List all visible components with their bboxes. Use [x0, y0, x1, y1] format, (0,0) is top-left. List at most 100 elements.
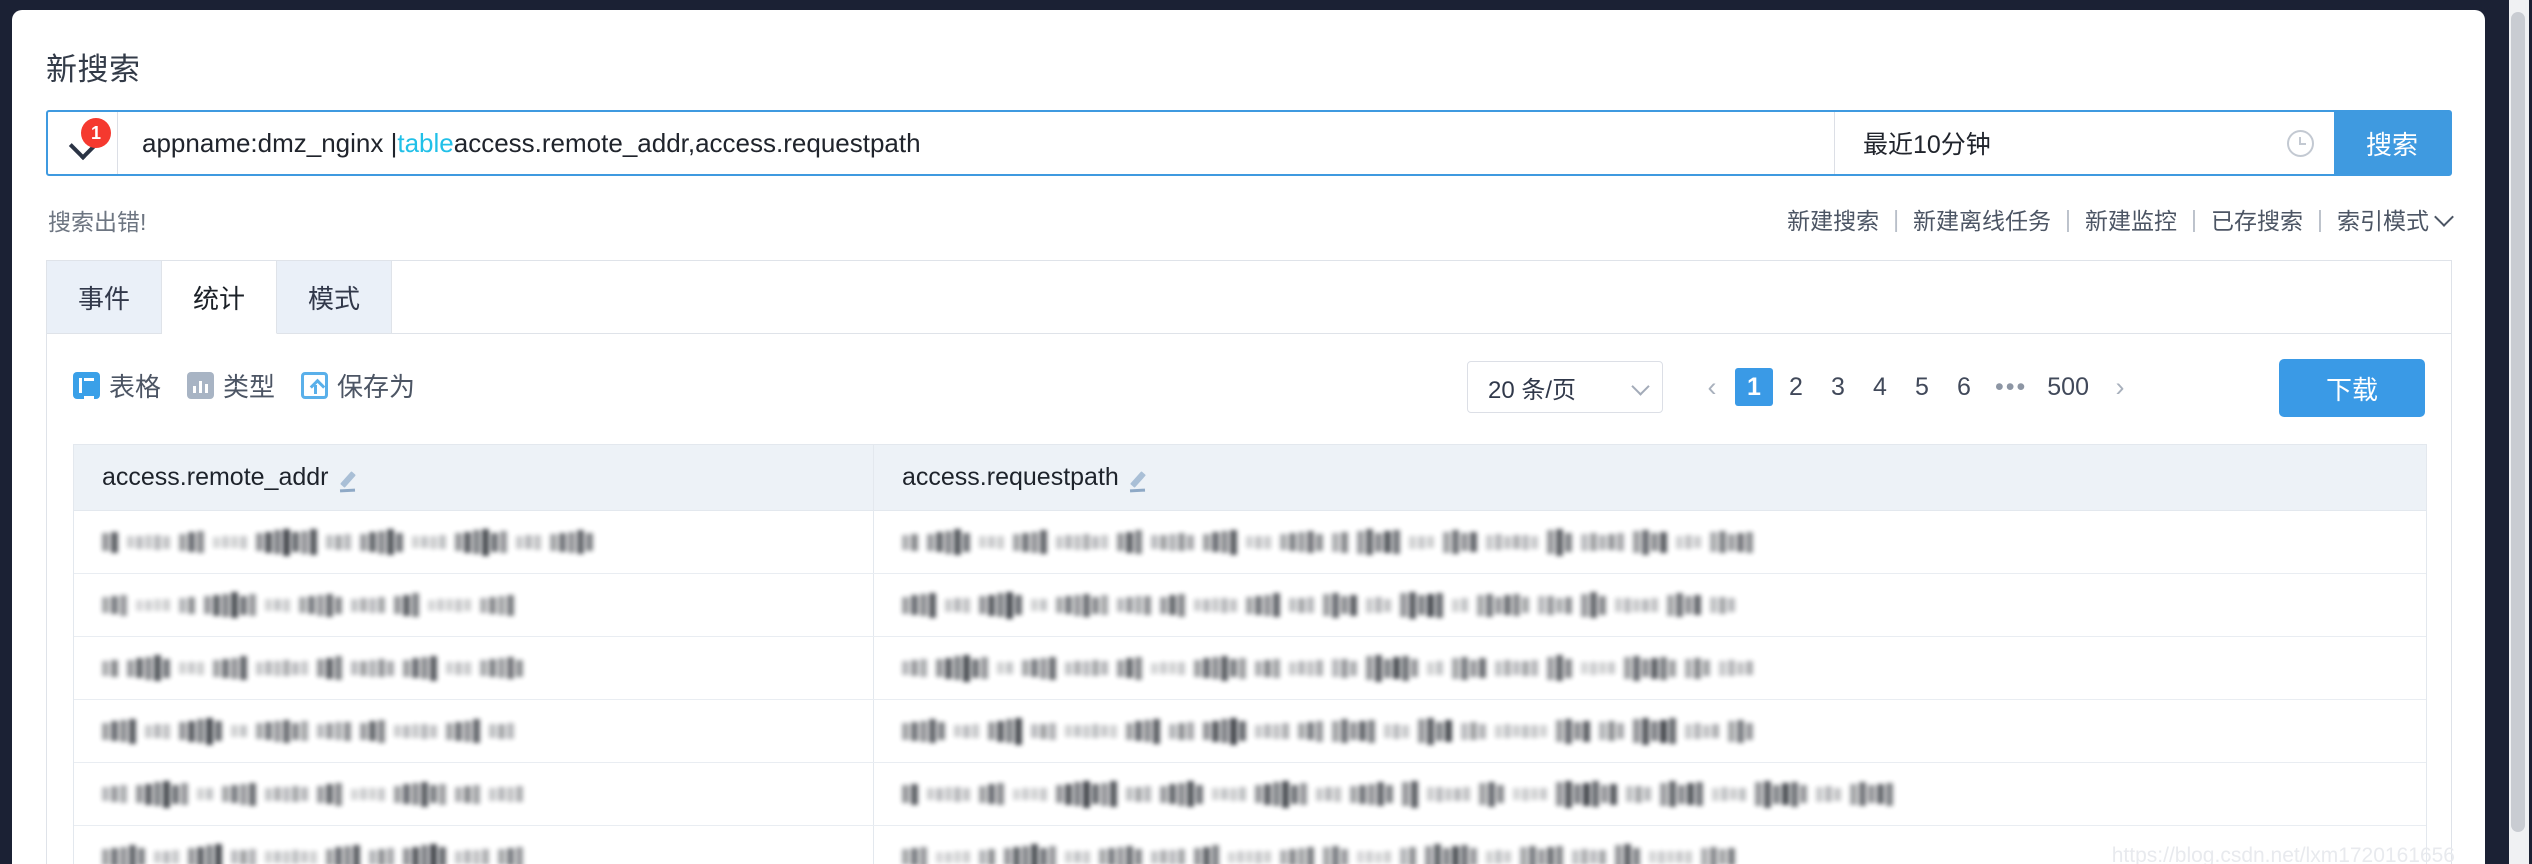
chevron-down-icon: [2436, 209, 2452, 225]
toolbar-save-as-label: 保存为: [337, 372, 416, 402]
tabs-filler: [392, 261, 2451, 333]
redacted-value: [902, 528, 1760, 556]
table-cell-remote-addr: [74, 511, 874, 573]
clock-icon: [2287, 129, 2314, 157]
table-row[interactable]: [74, 700, 2426, 763]
table-cell-requestpath: [874, 700, 2426, 762]
pagination-prev-button[interactable]: ‹: [1693, 368, 1731, 406]
page-number-list: ‹ 1 2 3 4 5 6 ••• 500 ›: [1693, 368, 2139, 406]
search-button[interactable]: 搜索: [2334, 112, 2450, 174]
query-expand-toggle[interactable]: 1: [48, 112, 118, 174]
pagination-ellipsis[interactable]: •••: [1987, 368, 2035, 406]
query-error-badge: 1: [81, 118, 111, 148]
table-header-cell-requestpath[interactable]: access.requestpath: [874, 445, 2426, 510]
toolbar-chart-type-button[interactable]: 类型: [187, 367, 275, 404]
link-index-mode[interactable]: 索引模式: [2337, 202, 2452, 236]
pencil-icon[interactable]: [1129, 470, 1151, 492]
search-query-input[interactable]: appname:dmz_nginx | table access.remote_…: [118, 112, 1834, 174]
link-separator: |: [1893, 205, 1900, 232]
redacted-value: [902, 591, 1742, 619]
redacted-value: [902, 780, 1900, 808]
search-page-card: 新搜索 1 appname:dmz_nginx | table access.r…: [12, 10, 2485, 864]
redacted-value: [102, 592, 521, 618]
table-cell-remote-addr: [74, 637, 874, 699]
link-index-mode-label: 索引模式: [2337, 208, 2429, 234]
page-size-select[interactable]: 20 条/页: [1467, 361, 1663, 413]
table-header-row: access.remote_addr access.requestpath: [74, 445, 2426, 511]
table-cell-requestpath: [874, 763, 2426, 825]
tab-statistics[interactable]: 统计: [162, 261, 277, 334]
status-and-links-row: 搜索出错! 新建搜索 | 新建离线任务 | 新建监控 | 已存搜索 | 索引模式: [46, 200, 2452, 240]
results-toolbar: 表格 类型 保存为 20 条/页 ‹ 1 2 3 4 5 6 ••• 500 ›…: [47, 334, 2451, 444]
page-size-value: 20 条/页: [1488, 376, 1577, 404]
table-row[interactable]: [74, 763, 2426, 826]
pencil-icon[interactable]: [339, 470, 361, 492]
results-panel: 事件 统计 模式 表格 类型 保存为 20 条/页 ‹ 1 2 3 4 5 6 …: [46, 260, 2452, 864]
table-header-cell-remote-addr[interactable]: access.remote_addr: [74, 445, 874, 510]
toolbar-save-as-button[interactable]: 保存为: [301, 367, 415, 404]
toolbar-table-button[interactable]: 表格: [73, 367, 161, 404]
toolbar-table-label: 表格: [109, 372, 162, 402]
search-bar[interactable]: 1 appname:dmz_nginx | table access.remot…: [46, 110, 2452, 176]
tab-patterns[interactable]: 模式: [277, 261, 392, 333]
table-cell-remote-addr: [74, 763, 874, 825]
link-new-offline-task[interactable]: 新建离线任务: [1913, 202, 2051, 236]
page-button-3[interactable]: 3: [1819, 368, 1857, 406]
table-cell-requestpath: [874, 826, 2426, 864]
page-button-2[interactable]: 2: [1777, 368, 1815, 406]
page-scrollbar-track[interactable]: [2509, 0, 2529, 864]
view-mode-controls: 表格 类型 保存为: [73, 367, 429, 404]
page-title: 新搜索: [46, 52, 141, 87]
table-cell-remote-addr: [74, 700, 874, 762]
table-icon: [73, 372, 100, 399]
query-text-prefix: appname:dmz_nginx |: [142, 127, 398, 158]
table-row[interactable]: [74, 574, 2426, 637]
toolbar-chart-type-label: 类型: [223, 372, 276, 402]
redacted-value: [102, 655, 530, 681]
link-saved-searches[interactable]: 已存搜索: [2211, 202, 2303, 236]
results-table: access.remote_addr access.requestpath: [73, 444, 2427, 864]
page-scrollbar-thumb[interactable]: [2511, 12, 2525, 832]
pagination-next-button[interactable]: ›: [2101, 368, 2139, 406]
link-separator: |: [2317, 205, 2323, 232]
column-name-remote-addr: access.remote_addr: [102, 463, 329, 491]
bar-chart-icon: [187, 372, 215, 399]
page-button-1[interactable]: 1: [1735, 368, 1773, 406]
query-keyword-table: table: [397, 127, 454, 158]
time-range-value: 最近10分钟: [1863, 131, 1991, 159]
redacted-value: [102, 843, 530, 864]
table-cell-remote-addr: [74, 574, 874, 636]
page-button-4[interactable]: 4: [1861, 368, 1899, 406]
table-row[interactable]: [74, 826, 2426, 864]
download-button[interactable]: 下载: [2279, 359, 2425, 417]
column-name-requestpath: access.requestpath: [902, 463, 1119, 491]
redacted-value: [902, 843, 1742, 864]
search-error-message: 搜索出错!: [48, 209, 147, 235]
quick-links: 新建搜索 | 新建离线任务 | 新建监控 | 已存搜索 | 索引模式: [1787, 202, 2452, 236]
page-button-500[interactable]: 500: [2039, 368, 2097, 406]
link-separator: |: [2065, 205, 2072, 232]
page-button-5[interactable]: 5: [1903, 368, 1941, 406]
table-cell-requestpath: [874, 511, 2426, 573]
page-button-6[interactable]: 6: [1945, 368, 1983, 406]
redacted-value: [902, 654, 1760, 682]
save-as-upload-icon: [301, 372, 329, 399]
time-range-picker[interactable]: 最近10分钟: [1834, 112, 2334, 174]
table-cell-requestpath: [874, 637, 2426, 699]
table-row[interactable]: [74, 511, 2426, 574]
table-cell-remote-addr: [74, 826, 874, 864]
redacted-value: [102, 528, 600, 556]
redacted-value: [902, 717, 1760, 745]
redacted-value: [102, 717, 521, 745]
redacted-value: [102, 780, 530, 808]
link-separator: |: [2191, 205, 2198, 232]
link-new-monitor[interactable]: 新建监控: [2085, 202, 2177, 236]
tab-events[interactable]: 事件: [47, 261, 162, 333]
query-text-suffix: access.remote_addr,access.requestpath: [453, 127, 921, 158]
pagination: 20 条/页 ‹ 1 2 3 4 5 6 ••• 500 ›: [1467, 361, 2139, 413]
table-cell-requestpath: [874, 574, 2426, 636]
results-tabs: 事件 统计 模式: [47, 261, 2451, 334]
table-row[interactable]: [74, 637, 2426, 700]
chevron-down-icon: [1634, 380, 1648, 394]
link-new-search[interactable]: 新建搜索: [1787, 202, 1879, 236]
